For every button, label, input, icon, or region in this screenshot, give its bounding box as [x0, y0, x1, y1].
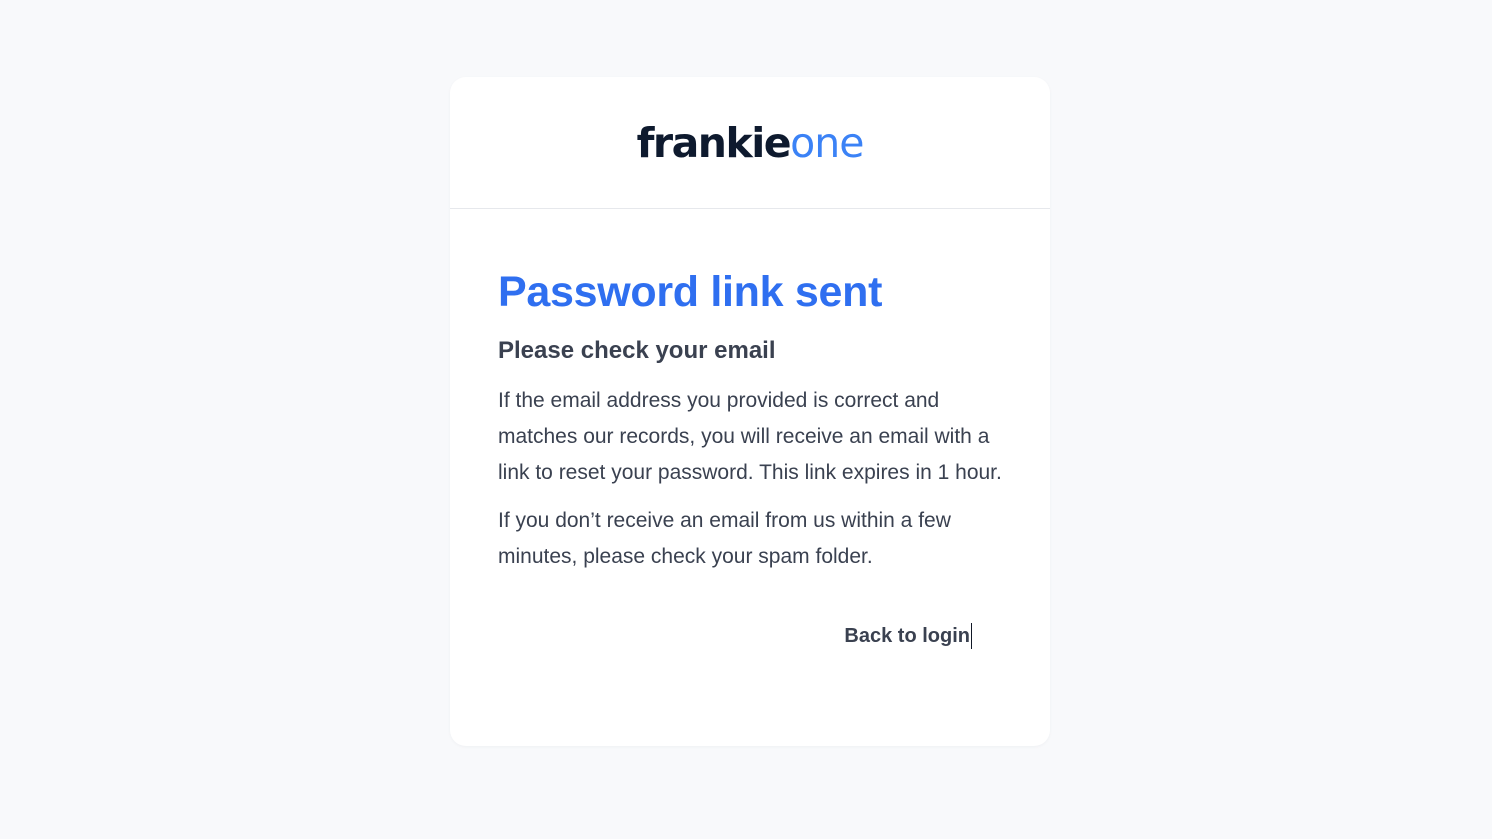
- logo-text-frankie: frankie: [636, 119, 792, 167]
- info-paragraph-spam: If you don’t receive an email from us wi…: [498, 509, 951, 569]
- actions-row: Back to login: [498, 623, 1002, 650]
- page-title: Password link sent: [498, 268, 883, 316]
- frankieone-logo: frankieone: [637, 123, 865, 164]
- password-sent-card: frankieone Password link sent Please che…: [450, 77, 1050, 746]
- card-body: Password link sent Please check your ema…: [450, 209, 1050, 650]
- info-paragraph-expiry: If the email address you provided is cor…: [498, 389, 1002, 485]
- back-to-login-link[interactable]: Back to login: [844, 623, 972, 650]
- logo-text-one: one: [790, 119, 864, 167]
- card-header: frankieone: [450, 77, 1050, 209]
- page-subtitle: Please check your email: [498, 336, 776, 364]
